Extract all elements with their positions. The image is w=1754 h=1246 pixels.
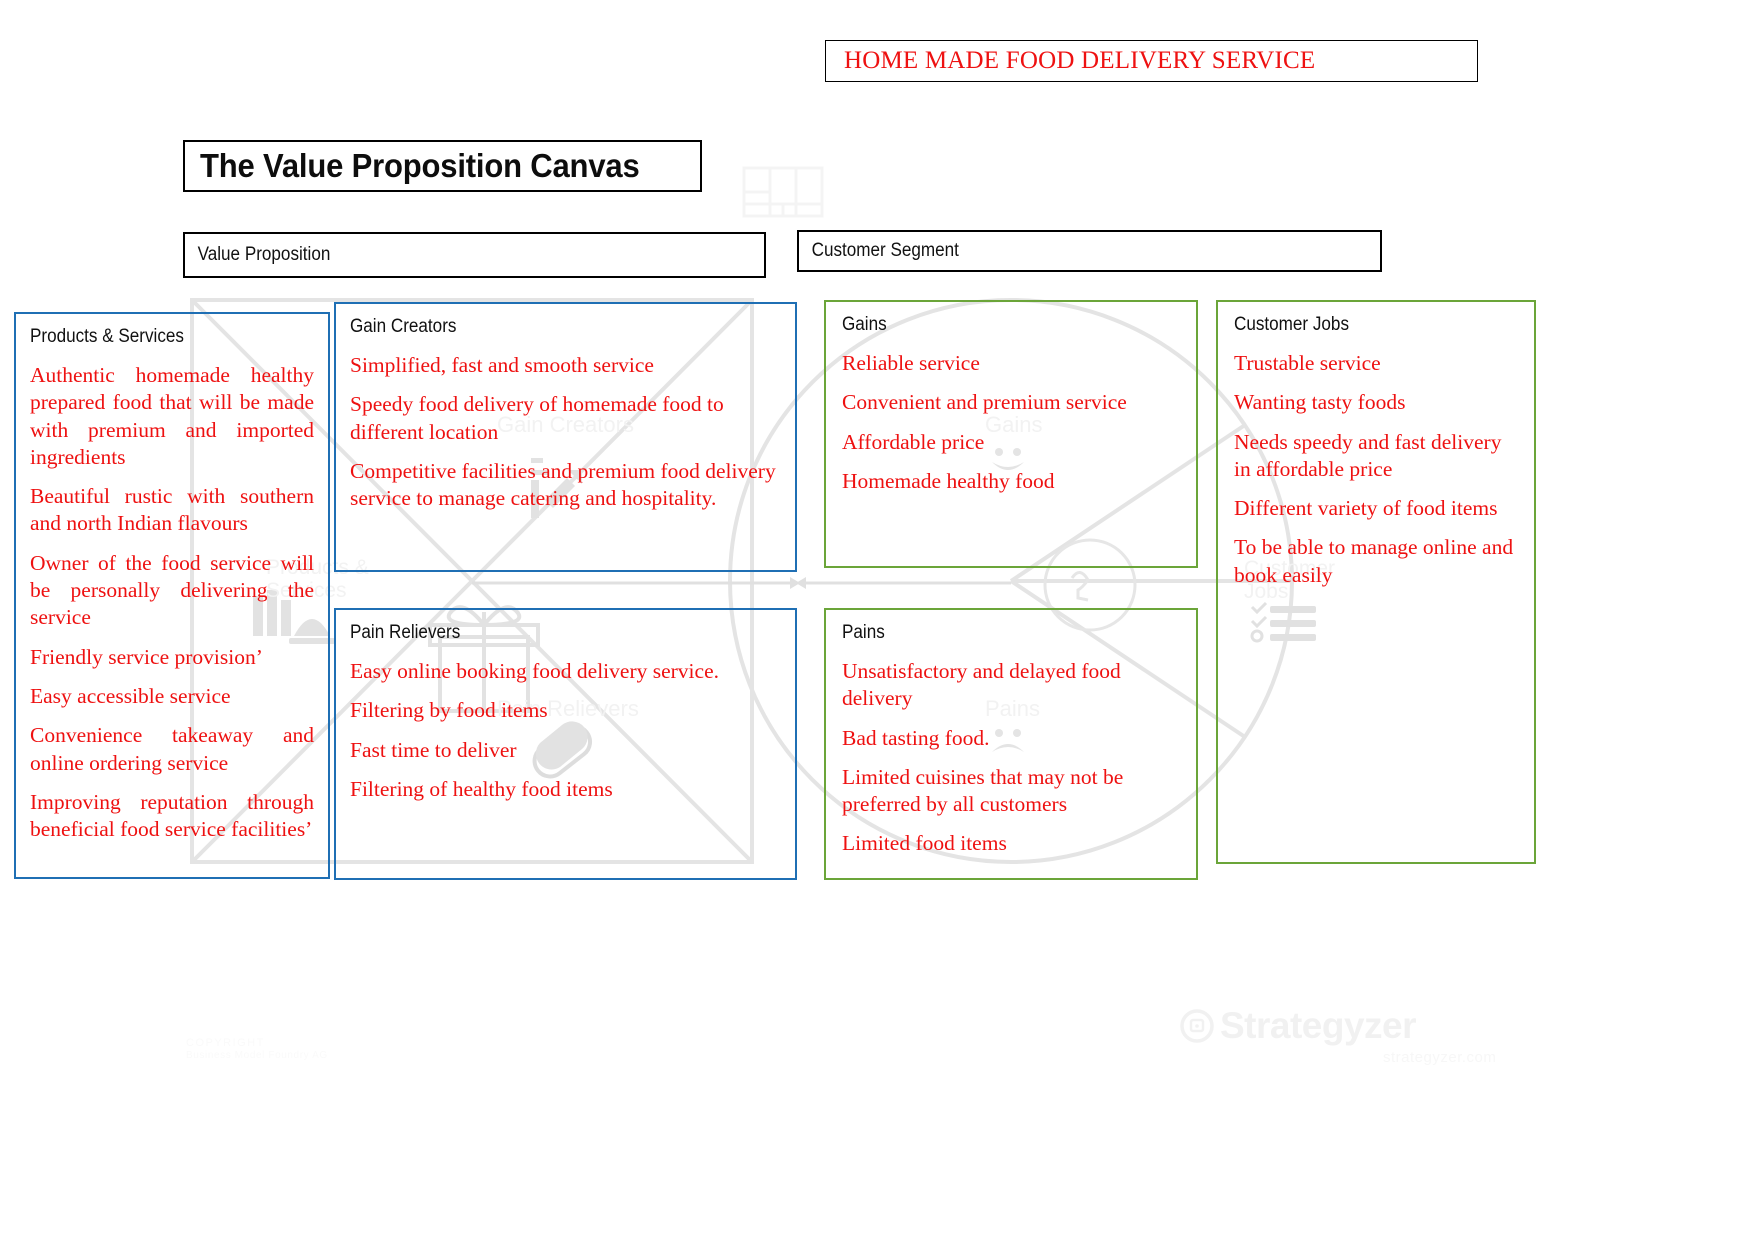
fit-arrows [472,577,1011,589]
value-proposition-header: Value Proposition [183,232,766,278]
bmc-grid-icon [742,166,824,218]
panel-gain-creators-label: Gain Creators [350,316,457,337]
panel-customer-jobs-items: Trustable service Wanting tasty foods Need… [1234,350,1518,589]
copyright-line-1: COPYRIGHT [186,1037,265,1049]
panel-item: Filtering of healthy food items [350,776,613,801]
panel-products-services[interactable]: Products & Services Authentic homemade h… [14,312,330,879]
panel-item: Speedy food delivery of homemade food to… [350,392,724,444]
panel-item: Limited cuisines that may not be preferr… [842,764,1124,817]
panel-gains-items: Reliable service Convenient and premium s… [842,350,1180,495]
copyright-line-2: Business Model Foundry AG [186,1050,328,1061]
panel-item: Trustable service [1234,351,1381,375]
panel-item: Reliable service [842,351,980,375]
panel-item: Owner of the food service will be person… [30,550,314,630]
panel-customer-jobs-label: Customer Jobs [1234,314,1350,335]
customer-segment-header: Customer Segment [797,230,1382,272]
value-proposition-label: Value Proposition [197,244,331,265]
panel-products-services-label: Products & Services [30,326,184,347]
panel-item: Wanting tasty foods [1234,390,1406,415]
panel-item: Limited food items [842,831,1007,856]
panel-item: Needs speedy and fast delivery in afford… [1234,429,1502,481]
panel-item: Fast time to deliver [350,737,517,762]
panel-products-services-items: Authentic homemade healthy prepared food… [30,362,314,843]
panel-pain-relievers[interactable]: Pain Relievers Easy online booking food … [334,608,797,880]
panel-pains-items: Unsatisfactory and delayed food delivery… [842,658,1180,858]
panel-item: Easy accessible service [30,683,231,708]
panel-item: Filtering by food items [350,698,548,723]
strategyzer-logo: Strategyzer [1180,1005,1417,1047]
strategyzer-url: strategyzer.com [1383,1049,1497,1066]
panel-gain-creators[interactable]: Gain Creators Simplified, fast and smoot… [334,302,797,572]
document-title: HOME MADE FOOD DELIVERY SERVICE [844,47,1316,74]
panel-item: Convenient and premium service [842,390,1127,415]
panel-item: Friendly service provision’ [30,644,263,669]
panel-item: Simplified, fast and smooth service [350,353,654,377]
panel-item: Authentic homemade healthy prepared food… [30,363,314,469]
panel-gains-label: Gains [842,314,887,335]
panel-pain-relievers-label: Pain Relievers [350,622,461,643]
panel-pains-label: Pains [842,622,885,643]
customer-segment-label: Customer Segment [811,240,959,261]
panel-item: Different variety of food items [1234,496,1498,521]
panel-pain-relievers-items: Easy online booking food delivery servic… [350,658,779,803]
panel-item: Competitive facilities and premium food … [350,458,776,511]
panel-customer-jobs[interactable]: Customer Jobs Trustable service Wanting t… [1216,300,1536,864]
panel-item: Easy online booking food delivery servic… [350,659,719,683]
panel-item: Homemade healthy food [842,468,1055,493]
panel-item: Unsatisfactory and delayed food delivery [842,659,1121,711]
panel-item: Improving reputation through beneficial … [30,789,314,842]
panel-item: To be able to manage online and book eas… [1234,535,1514,587]
strategyzer-mark-icon [1180,1009,1214,1043]
canvas-title-box: The Value Proposition Canvas [183,140,702,192]
panel-item: Affordable price [842,429,985,454]
strategyzer-logo-text: Strategyzer [1220,1005,1417,1046]
panel-item: Beautiful rustic with southern and north… [30,484,314,536]
panel-gain-creators-items: Simplified, fast and smooth service Speed… [350,352,779,512]
panel-item: Bad tasting food. [842,725,990,750]
document-title-box: HOME MADE FOOD DELIVERY SERVICE [825,40,1478,82]
canvas-title: The Value Proposition Canvas [200,147,640,184]
panel-item: Convenience takeaway and online ordering… [30,723,314,775]
panel-pains[interactable]: Pains Unsatisfactory and delayed food de… [824,608,1198,880]
panel-gains[interactable]: Gains Reliable service Convenient and pre… [824,300,1198,568]
